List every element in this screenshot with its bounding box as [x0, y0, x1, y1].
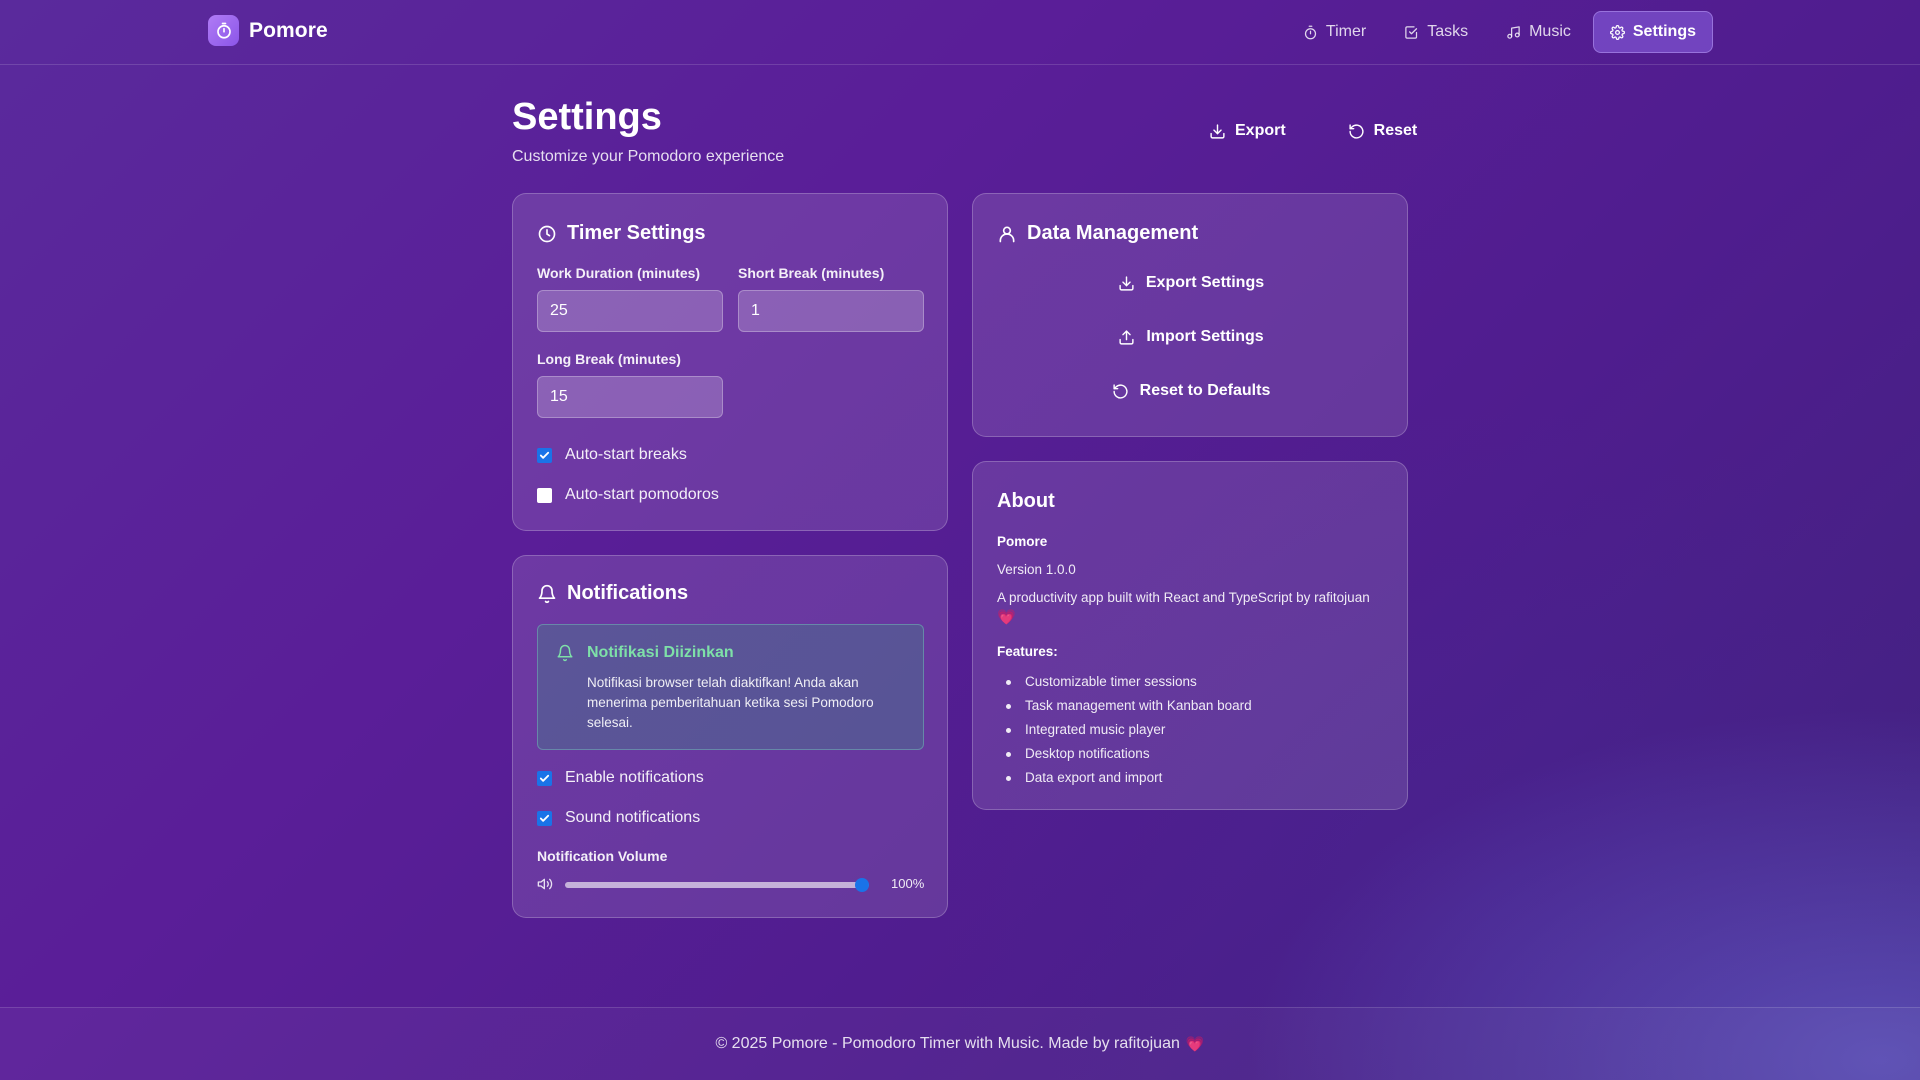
- footer-text: © 2025 Pomore - Pomodoro Timer with Musi…: [715, 1035, 1180, 1052]
- top-navbar: Pomore Timer Tasks Music Settings: [0, 0, 1920, 65]
- footer: © 2025 Pomore - Pomodoro Timer with Musi…: [0, 1007, 1920, 1080]
- speaker-icon: [537, 878, 553, 890]
- heart-icon: 💗: [997, 609, 1016, 626]
- export-button-label: Export: [1235, 122, 1286, 139]
- short-break-input[interactable]: [738, 290, 924, 332]
- card-title-text: About: [997, 490, 1055, 512]
- about-description: A productivity app built with React and …: [997, 588, 1377, 628]
- stopwatch-icon: [1304, 25, 1317, 39]
- rotate-ccw-icon: [1349, 123, 1364, 139]
- page-actions: Export Reset: [1195, 118, 1431, 144]
- notifications-card: Notifications Notifikasi Diizinkan Notif…: [512, 555, 948, 918]
- reset-button[interactable]: Reset: [1334, 118, 1432, 144]
- auto-start-pomodoros-checkbox[interactable]: Auto-start pomodoros: [537, 486, 719, 504]
- button-label: Export Settings: [1145, 274, 1265, 291]
- sound-notifications-checkbox[interactable]: Sound notifications: [537, 809, 700, 827]
- checkbox-checked[interactable]: [537, 770, 552, 786]
- work-duration-label: Work Duration (minutes): [537, 265, 701, 281]
- export-button[interactable]: Export: [1195, 118, 1300, 144]
- button-label: Import Settings: [1146, 328, 1264, 345]
- auto-start-breaks-checkbox[interactable]: Auto-start breaks: [537, 446, 687, 464]
- timer-logo-icon: [208, 15, 239, 46]
- main-nav: Timer Tasks Music Settings: [1287, 11, 1713, 53]
- brand[interactable]: Pomore: [208, 15, 328, 46]
- download-icon: [1210, 123, 1225, 139]
- clock-icon: [538, 225, 556, 242]
- timer-settings-title: Timer Settings: [537, 222, 706, 245]
- notifications-title: Notifications: [537, 582, 688, 605]
- page-subtitle: Customize your Pomodoro experience: [512, 148, 785, 165]
- card-title-text: Notifications: [567, 582, 689, 604]
- description-text: A productivity app built with React and …: [997, 590, 1370, 605]
- card-title-text: Data Management: [1027, 222, 1199, 244]
- about-title: About: [997, 490, 1055, 513]
- music-note-icon: [1507, 25, 1520, 39]
- notification-permission-banner: Notifikasi Diizinkan Notifikasi browser …: [537, 624, 924, 750]
- download-icon: [1119, 275, 1134, 291]
- checkbox-checked[interactable]: [537, 447, 552, 463]
- checkbox-unchecked[interactable]: [537, 487, 552, 503]
- nav-item-label: Timer: [1325, 23, 1367, 40]
- volume-label: Notification Volume: [537, 848, 668, 864]
- reset-button-label: Reset: [1373, 122, 1418, 139]
- volume-slider-fill: [565, 882, 869, 888]
- nav-item-timer[interactable]: Timer: [1287, 11, 1382, 53]
- long-break-label: Long Break (minutes): [537, 351, 681, 367]
- rotate-ccw-icon: [1113, 383, 1128, 399]
- features-title: Features:: [997, 644, 1058, 659]
- bell-icon: [557, 644, 573, 662]
- nav-item-settings[interactable]: Settings: [1592, 11, 1713, 53]
- list-item: Customizable timer sessions: [1006, 670, 1252, 694]
- about-app-name: Pomore: [997, 534, 1048, 549]
- data-management-title: Data Management: [997, 222, 1198, 245]
- nav-item-tasks[interactable]: Tasks: [1388, 11, 1484, 53]
- banner-text: Notifikasi browser telah diaktifkan! And…: [587, 675, 874, 730]
- upload-icon: [1119, 329, 1134, 345]
- export-settings-button[interactable]: Export Settings: [973, 274, 1409, 292]
- import-settings-button[interactable]: Import Settings: [973, 328, 1409, 346]
- volume-control: 100%: [537, 874, 927, 894]
- banner-title: Notifikasi Diizinkan: [587, 644, 734, 661]
- checkbox-checked[interactable]: [537, 810, 552, 826]
- nav-item-label: Music: [1529, 23, 1571, 40]
- nav-item-music[interactable]: Music: [1490, 11, 1587, 53]
- work-duration-input[interactable]: [537, 290, 723, 332]
- button-label: Reset to Defaults: [1139, 382, 1271, 399]
- enable-notifications-checkbox[interactable]: Enable notifications: [537, 769, 704, 787]
- bell-icon: [538, 584, 556, 603]
- list-item: Integrated music player: [1006, 718, 1252, 742]
- heart-icon: 💗: [1185, 1036, 1205, 1053]
- features-list: Customizable timer sessions Task managem…: [1006, 670, 1252, 790]
- page-title: Settings: [512, 96, 662, 138]
- user-icon: [999, 226, 1015, 242]
- nav-item-label: Settings: [1632, 23, 1696, 40]
- card-title-text: Timer Settings: [567, 222, 706, 244]
- list-item: Data export and import: [1006, 766, 1252, 790]
- about-card: About Pomore Version 1.0.0 A productivit…: [972, 461, 1408, 810]
- volume-value: 100%: [891, 876, 925, 891]
- gear-icon: [1609, 24, 1625, 40]
- nav-item-label: Tasks: [1427, 23, 1469, 40]
- checkbox-label: Auto-start breaks: [565, 446, 687, 463]
- short-break-label: Short Break (minutes): [738, 265, 885, 281]
- timer-settings-card: Timer Settings Work Duration (minutes) S…: [512, 193, 948, 531]
- volume-slider[interactable]: [565, 878, 869, 892]
- volume-slider-thumb[interactable]: [855, 878, 869, 892]
- about-version: Version 1.0.0: [997, 562, 1076, 577]
- brand-name: Pomore: [249, 18, 328, 42]
- checkbox-label: Auto-start pomodoros: [565, 486, 719, 503]
- reset-to-defaults-button[interactable]: Reset to Defaults: [973, 382, 1409, 400]
- data-management-card: Data Management Export Settings Import S…: [972, 193, 1408, 437]
- list-item: Desktop notifications: [1006, 742, 1252, 766]
- list-item: Task management with Kanban board: [1006, 694, 1252, 718]
- long-break-input[interactable]: [537, 376, 723, 418]
- checkbox-label: Sound notifications: [565, 809, 701, 826]
- checkbox-label: Enable notifications: [565, 769, 704, 786]
- checkbox-icon: [1405, 25, 1418, 39]
